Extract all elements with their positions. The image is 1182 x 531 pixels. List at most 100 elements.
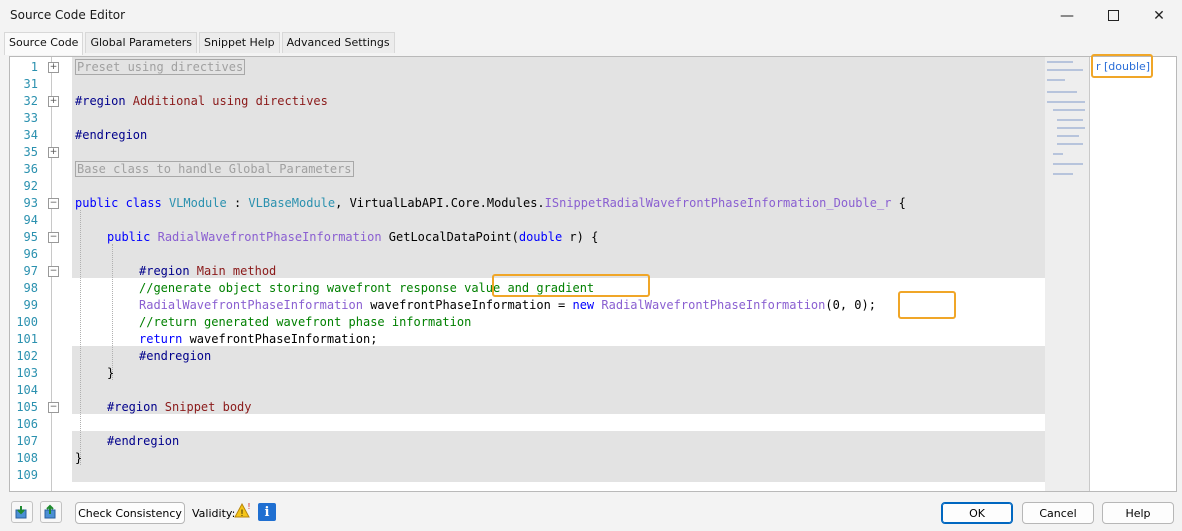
region-keyword: #region <box>139 264 190 278</box>
code-text: GetLocalDataPoint( <box>381 230 519 244</box>
minimap-line <box>1047 79 1065 81</box>
interface-name: ISnippetRadialWavefrontPhaseInformation_… <box>544 196 892 210</box>
keyword: double <box>518 230 563 244</box>
info-icon[interactable]: i <box>258 503 276 521</box>
line-number: 103 <box>16 366 38 380</box>
line-number: 95 <box>23 230 38 244</box>
minimap-line <box>1047 101 1085 103</box>
ok-button[interactable]: OK <box>941 502 1013 524</box>
tab-advanced-settings[interactable]: Advanced Settings <box>281 32 395 53</box>
collapsed-region[interactable]: Base class to handle Global Parameters <box>75 161 354 177</box>
close-button[interactable]: ✕ <box>1136 0 1182 31</box>
import-button[interactable] <box>11 501 33 523</box>
line-number: 1 <box>30 60 38 74</box>
expand-region-icon[interactable]: + <box>48 96 59 107</box>
export-icon <box>44 504 56 519</box>
minimap-line <box>1057 143 1083 145</box>
line-number: 101 <box>16 332 38 346</box>
code-line-101: return wavefrontPhaseInformation; <box>139 331 377 348</box>
line-number: 100 <box>16 315 38 329</box>
expand-region-icon[interactable]: + <box>48 62 59 73</box>
tab-source-code[interactable]: Source Code <box>4 32 84 55</box>
maximize-button[interactable] <box>1090 0 1136 31</box>
code-text: : <box>226 196 249 210</box>
line-number: 106 <box>16 417 38 431</box>
line-number: 31 <box>23 77 38 91</box>
code-line-99: RadialWavefrontPhaseInformation wavefron… <box>139 297 876 314</box>
region-band <box>72 431 1045 482</box>
minimize-icon: — <box>1060 7 1074 24</box>
window-title: Source Code Editor <box>10 8 126 22</box>
keyword: public <box>107 230 151 244</box>
code-line-32: #region Additional using directives <box>75 93 328 110</box>
collapse-region-icon[interactable]: − <box>48 232 59 243</box>
code-line-100: //return generated wavefront phase infor… <box>139 314 471 331</box>
line-number: 96 <box>23 247 38 261</box>
line-number: 107 <box>16 434 38 448</box>
region-keyword: #region <box>75 94 126 108</box>
collapsed-region[interactable]: Preset using directives <box>75 59 246 75</box>
line-number: 32 <box>23 94 38 108</box>
line-number: 105 <box>16 400 38 414</box>
svg-text:!: ! <box>241 508 244 518</box>
check-consistency-button[interactable]: Check Consistency <box>75 502 185 524</box>
line-number: 99 <box>23 298 38 312</box>
region-name: Additional using directives <box>125 94 328 108</box>
highlight-box <box>1091 54 1153 78</box>
minimap-line <box>1057 135 1079 137</box>
type-name: RadialWavefrontPhaseInformation <box>139 298 363 312</box>
endregion-keyword: #endregion <box>75 128 148 142</box>
type-name: RadialWavefrontPhaseInformation <box>157 230 382 244</box>
tab-global-parameters[interactable]: Global Parameters <box>85 32 197 53</box>
minimap-line <box>1047 61 1073 63</box>
validity-label: Validity: <box>192 507 236 520</box>
code-line-108: } <box>75 450 82 467</box>
help-button[interactable]: Help <box>1102 502 1174 524</box>
minimize-button[interactable]: — <box>1044 0 1090 31</box>
minimap-line <box>1053 153 1063 155</box>
code-text: } <box>75 451 83 465</box>
keyword: return <box>139 332 183 346</box>
code-area[interactable]: Preset using directives #region Addition… <box>72 57 1045 491</box>
code-line-103: } <box>107 365 114 382</box>
minimap-line <box>1047 91 1077 93</box>
collapse-region-icon[interactable]: − <box>48 402 59 413</box>
region-name: Snippet body <box>157 400 252 414</box>
code-line-105: #region Snippet body <box>107 399 252 416</box>
line-number: 98 <box>23 281 38 295</box>
code-minimap[interactable] <box>1045 57 1089 491</box>
maximize-icon <box>1107 10 1119 21</box>
minimap-line <box>1053 163 1083 165</box>
code-comment: //return generated wavefront phase infor… <box>139 315 472 329</box>
warning-icon[interactable]: ! ! <box>234 502 252 520</box>
code-editor[interactable]: 1 31 32 33 34 35 36 92 93 94 95 96 97 98… <box>9 54 1177 492</box>
export-button[interactable] <box>40 501 62 523</box>
cancel-button[interactable]: Cancel <box>1022 502 1094 524</box>
collapse-region-icon[interactable]: − <box>48 198 59 209</box>
code-line-34: #endregion <box>75 127 147 144</box>
code-line-97: #region Main method <box>139 263 276 280</box>
class-name: VLModule <box>168 196 227 210</box>
indent-guide <box>112 244 113 380</box>
minimap-line <box>1057 119 1083 121</box>
collapse-region-icon[interactable]: − <box>48 266 59 277</box>
keyword: new <box>572 298 595 312</box>
base-class-name: VLBaseModule <box>248 196 336 210</box>
minimap-line <box>1047 69 1083 71</box>
expand-region-icon[interactable]: + <box>48 147 59 158</box>
line-number: 104 <box>16 383 38 397</box>
line-number: 92 <box>23 179 38 193</box>
code-line-93: public class VLModule : VLBaseModule, Vi… <box>75 195 906 212</box>
line-number: 109 <box>16 468 38 482</box>
code-text: ; <box>868 298 876 312</box>
parameter-panel: r [double] <box>1090 54 1176 491</box>
minimap-line <box>1053 109 1085 111</box>
code-text: wavefrontPhaseInformation; <box>182 332 378 346</box>
region-keyword: #region <box>107 400 158 414</box>
tab-snippet-help[interactable]: Snippet Help <box>198 32 280 53</box>
code-line-107: #endregion <box>107 433 179 450</box>
line-number: 97 <box>23 264 38 278</box>
close-icon: ✕ <box>1153 7 1165 24</box>
code-line-36: Base class to handle Global Parameters <box>75 161 354 178</box>
line-number: 108 <box>16 451 38 465</box>
